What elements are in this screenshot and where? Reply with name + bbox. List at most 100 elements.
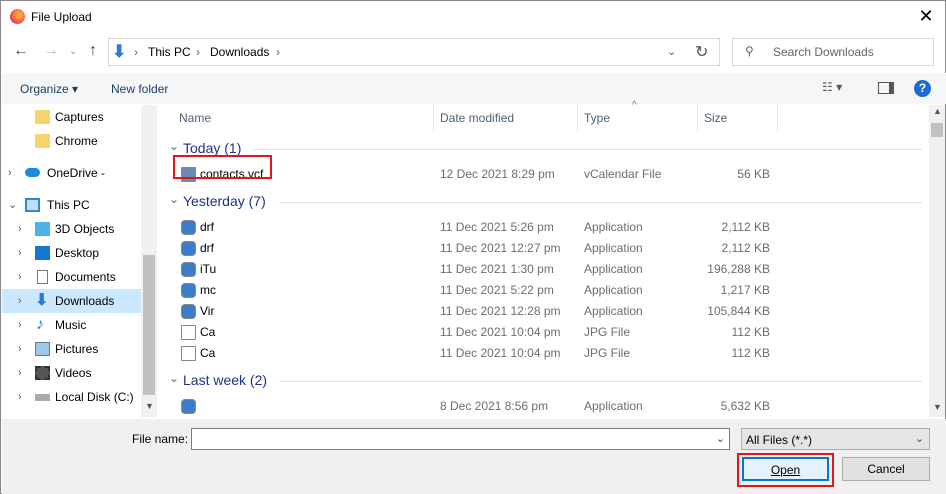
toolbar: Organize ▾ New folder ☷ ▾ ? [2,73,946,104]
breadcrumb-downloads[interactable]: Downloads [210,45,269,59]
sidebar-item-captures[interactable]: Captures [2,105,141,129]
column-header-date[interactable]: Date modified [440,105,514,131]
file-row[interactable]: Ca 11 Dec 2021 10:04 pm JPG File 112 KB [162,343,922,364]
computer-icon [25,198,40,212]
sidebar-item-label: Documents [55,270,116,284]
search-input[interactable]: Search Downloads [773,45,874,59]
scroll-up-icon[interactable]: ▲ [933,106,942,116]
column-header-name[interactable]: Name [179,105,211,131]
file-size: 56 KB [737,167,770,181]
column-divider[interactable] [777,105,778,131]
address-dropdown-icon[interactable]: ⌄ [667,45,676,58]
column-divider[interactable] [433,105,434,131]
file-type: Application [584,241,643,255]
dialog-footer: File name: ⌄ All Files (*.*) ⌄ Open Canc… [2,419,946,494]
file-row[interactable]: drf 11 Dec 2021 12:27 pm Application 2,1… [162,238,922,259]
back-button[interactable]: ← [13,42,29,60]
open-button[interactable]: Open [742,457,829,481]
file-row[interactable]: Vir 11 Dec 2021 12:28 pm Application 105… [162,301,922,322]
chevron-right-icon[interactable]: › [8,161,12,185]
preview-pane-icon[interactable] [878,82,894,94]
close-button[interactable]: ✕ [913,5,939,29]
recent-locations-chevron-icon[interactable]: ⌄ [69,46,77,57]
group-header[interactable]: ⌄ Today (1) [169,138,922,158]
chevron-right-icon[interactable]: › [18,289,22,313]
sidebar-item-documents[interactable]: › Documents [2,265,141,289]
new-folder-button[interactable]: New folder [111,82,168,96]
sidebar-item-label: Downloads [55,294,115,308]
file-row[interactable]: mc 11 Dec 2021 5:22 pm Application 1,217… [162,280,922,301]
sidebar-item-pictures[interactable]: › Pictures [2,337,141,361]
chevron-right-icon[interactable]: › [18,337,22,361]
file-size: 112 KB [731,325,770,339]
chevron-down-icon[interactable]: ⌄ [169,192,179,206]
file-list-scrollbar[interactable]: ▲ ▼ [929,105,945,417]
column-divider[interactable] [697,105,698,131]
file-name-input[interactable]: ⌄ [191,428,730,450]
organize-button[interactable]: Organize ▾ [20,82,78,96]
sidebar-item-music[interactable]: › ♪ Music [2,313,141,337]
cancel-button[interactable]: Cancel [842,457,930,481]
forward-button[interactable]: → [43,42,59,60]
file-size: 2,112 KB [721,241,770,255]
chevron-right-icon[interactable]: › [18,313,22,337]
file-date: 11 Dec 2021 5:22 pm [440,283,554,297]
breadcrumb-separator: › [276,45,280,59]
sidebar-item-this-pc[interactable]: ⌄ This PC [2,193,141,217]
address-bar[interactable]: ⬇ › This PC › Downloads › ⌄ ↻ [108,38,720,66]
file-highlight [173,155,272,179]
refresh-button[interactable]: ↻ [695,42,708,62]
scroll-down-icon[interactable]: ▼ [933,402,942,412]
chevron-right-icon[interactable]: › [18,217,22,241]
chevron-right-icon[interactable]: › [18,241,22,265]
search-icon: ⚲ [745,44,754,58]
column-header-size[interactable]: Size [704,105,727,131]
title-bar: File Upload ✕ [1,1,946,33]
chevron-down-icon[interactable]: ⌄ [169,139,179,153]
column-header-type[interactable]: Type [584,105,610,131]
window-title: File Upload [31,10,92,24]
file-date: 11 Dec 2021 10:04 pm [440,346,561,360]
sidebar-item-downloads[interactable]: › ⬇ Downloads [2,289,141,313]
sidebar-item-onedrive[interactable]: › OneDrive - [2,161,141,185]
open-label: Open [770,463,801,477]
chevron-right-icon[interactable]: › [18,385,22,409]
sidebar-item-videos[interactable]: › Videos [2,361,141,385]
search-box[interactable]: ⚲ Search Downloads [732,38,934,66]
breadcrumb-separator: › [196,45,200,59]
file-row[interactable]: drf 11 Dec 2021 5:26 pm Application 2,11… [162,217,922,238]
file-type: Application [584,304,643,318]
sidebar-item-chrome[interactable]: Chrome [2,129,141,153]
sidebar-item-local-disk[interactable]: › Local Disk (C:) [2,385,141,409]
file-row[interactable]: contacts.vcf 12 Dec 2021 8:29 pm vCalend… [162,164,922,185]
chevron-right-icon[interactable]: › [18,265,22,289]
scrollbar-thumb[interactable] [143,255,155,395]
image-file-icon [181,325,196,340]
chevron-down-icon[interactable]: ⌄ [716,432,725,445]
scrollbar-thumb[interactable] [931,123,943,137]
scroll-down-icon[interactable]: ▼ [145,401,154,411]
group-divider [253,149,922,150]
chevron-down-icon[interactable]: ⌄ [169,371,179,385]
file-name: drf [200,220,215,234]
documents-icon [37,270,48,284]
breadcrumb-this-pc[interactable]: This PC [148,45,191,59]
file-type-select[interactable]: All Files (*.*) ⌄ [741,428,930,450]
file-row[interactable]: 8 Dec 2021 8:56 pm Application 5,632 KB [162,396,922,417]
sidebar-item-desktop[interactable]: › Desktop [2,241,141,265]
chevron-right-icon[interactable]: › [18,361,22,385]
group-header[interactable]: ⌄ Last week (2) [169,370,922,390]
file-type: vCalendar File [584,167,662,181]
file-row[interactable]: iTu 11 Dec 2021 1:30 pm Application 196,… [162,259,922,280]
file-row[interactable]: Ca 11 Dec 2021 10:04 pm JPG File 112 KB [162,322,922,343]
column-divider[interactable] [577,105,578,131]
up-button[interactable]: ↑ [89,42,97,60]
breadcrumb-separator: › [134,45,138,59]
sidebar-item-3d-objects[interactable]: › 3D Objects [2,217,141,241]
view-options-icon[interactable]: ☷ ▾ [822,80,842,94]
sidebar-scrollbar[interactable]: ▼ [141,105,157,417]
help-icon[interactable]: ? [914,80,931,97]
group-header[interactable]: ⌄ Yesterday (7) [169,191,922,211]
folder-icon [35,110,50,124]
chevron-down-icon[interactable]: ⌄ [8,193,17,217]
